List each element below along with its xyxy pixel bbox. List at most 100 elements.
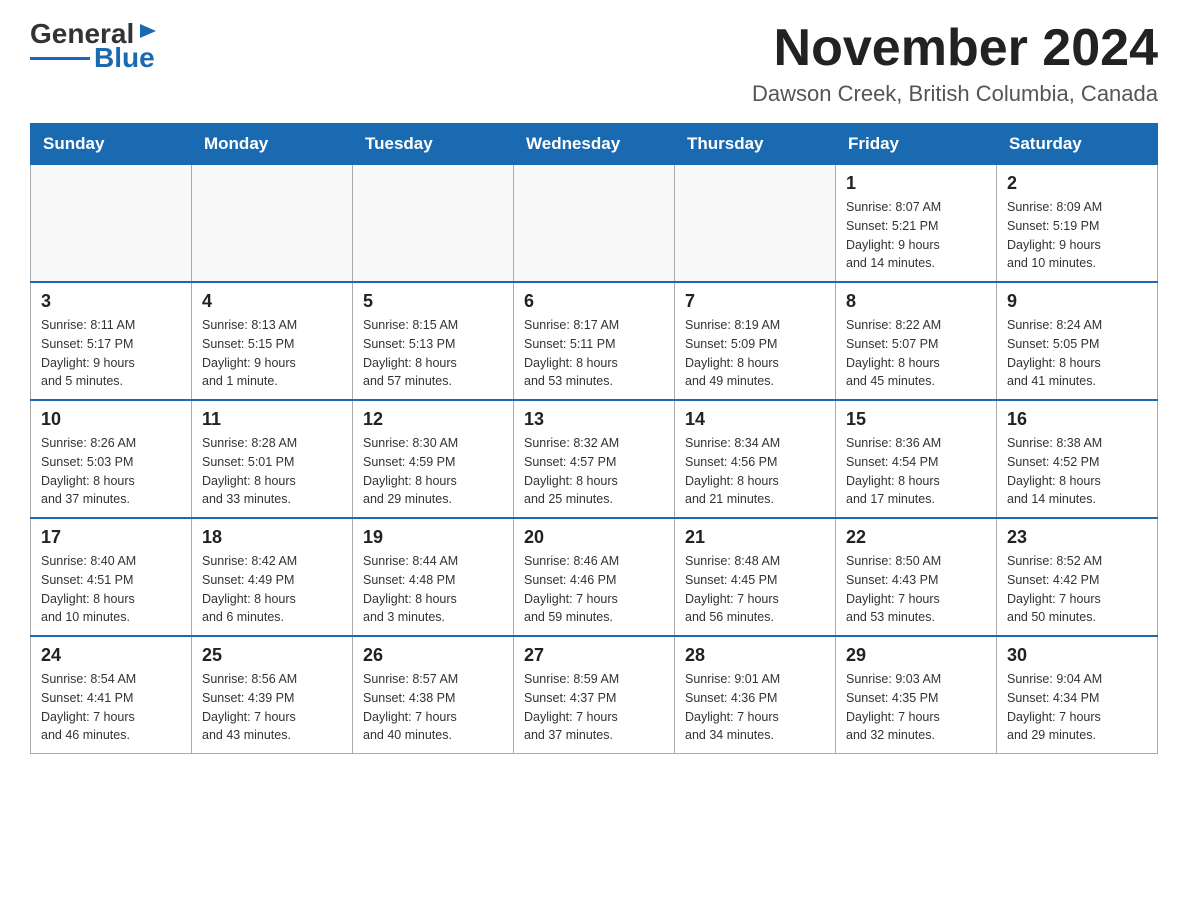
- calendar-cell: 16Sunrise: 8:38 AM Sunset: 4:52 PM Dayli…: [997, 400, 1158, 518]
- day-number: 21: [685, 527, 825, 548]
- calendar-cell: 23 Sunrise: 8:52 AM Sunset: 4:42 PM Dayli…: [997, 518, 1158, 636]
- day-number: 11: [202, 409, 342, 430]
- calendar-cell: [675, 165, 836, 283]
- logo-underline: [30, 57, 90, 60]
- day-number: 15: [846, 409, 986, 430]
- calendar-table: SundayMondayTuesdayWednesdayThursdayFrid…: [30, 123, 1158, 754]
- weekday-header-wednesday: Wednesday: [514, 124, 675, 165]
- calendar-cell: [31, 165, 192, 283]
- weekday-header-monday: Monday: [192, 124, 353, 165]
- calendar-cell: 19Sunrise: 8:44 AM Sunset: 4:48 PM Dayli…: [353, 518, 514, 636]
- calendar-week-row: 3 Sunrise: 8:11 AM Sunset: 5:17 PM Daylig…: [31, 282, 1158, 400]
- calendar-cell: [353, 165, 514, 283]
- day-number: 29: [846, 645, 986, 666]
- calendar-week-row: 17 Sunrise: 8:40 AM Sunset: 4:51 PM Dayli…: [31, 518, 1158, 636]
- calendar-cell: 30Sunrise: 9:04 AM Sunset: 4:34 PM Dayli…: [997, 636, 1158, 754]
- calendar-cell: 28 Sunrise: 9:01 AM Sunset: 4:36 PM Dayli…: [675, 636, 836, 754]
- day-number: 24: [41, 645, 181, 666]
- calendar-cell: [192, 165, 353, 283]
- calendar-cell: 13 Sunrise: 8:32 AM Sunset: 4:57 PM Dayli…: [514, 400, 675, 518]
- calendar-week-row: 24 Sunrise: 8:54 AM Sunset: 4:41 PM Dayli…: [31, 636, 1158, 754]
- day-info: Sunrise: 8:24 AM Sunset: 5:05 PM Dayligh…: [1007, 316, 1147, 391]
- day-info: Sunrise: 8:46 AM Sunset: 4:46 PM Dayligh…: [524, 552, 664, 627]
- calendar-week-row: 1 Sunrise: 8:07 AM Sunset: 5:21 PM Daylig…: [31, 165, 1158, 283]
- day-info: Sunrise: 8:40 AM Sunset: 4:51 PM Dayligh…: [41, 552, 181, 627]
- day-number: 6: [524, 291, 664, 312]
- day-info: Sunrise: 8:57 AM Sunset: 4:38 PM Dayligh…: [363, 670, 503, 745]
- day-number: 23: [1007, 527, 1147, 548]
- day-number: 7: [685, 291, 825, 312]
- day-number: 18: [202, 527, 342, 548]
- calendar-cell: 2Sunrise: 8:09 AM Sunset: 5:19 PM Daylig…: [997, 165, 1158, 283]
- calendar-cell: 6Sunrise: 8:17 AM Sunset: 5:11 PM Daylig…: [514, 282, 675, 400]
- day-number: 25: [202, 645, 342, 666]
- calendar-cell: 12 Sunrise: 8:30 AM Sunset: 4:59 PM Dayli…: [353, 400, 514, 518]
- day-info: Sunrise: 8:50 AM Sunset: 4:43 PM Dayligh…: [846, 552, 986, 627]
- calendar-cell: 22 Sunrise: 8:50 AM Sunset: 4:43 PM Dayli…: [836, 518, 997, 636]
- header: General Blue November 2024 Dawson Creek,…: [30, 20, 1158, 107]
- day-info: Sunrise: 8:07 AM Sunset: 5:21 PM Dayligh…: [846, 198, 986, 273]
- day-info: Sunrise: 8:52 AM Sunset: 4:42 PM Dayligh…: [1007, 552, 1147, 627]
- day-number: 22: [846, 527, 986, 548]
- weekday-header-friday: Friday: [836, 124, 997, 165]
- day-info: Sunrise: 8:26 AM Sunset: 5:03 PM Dayligh…: [41, 434, 181, 509]
- logo-blue-text: Blue: [94, 44, 155, 72]
- day-info: Sunrise: 8:15 AM Sunset: 5:13 PM Dayligh…: [363, 316, 503, 391]
- location-title: Dawson Creek, British Columbia, Canada: [752, 81, 1158, 107]
- calendar-week-row: 10 Sunrise: 8:26 AM Sunset: 5:03 PM Dayli…: [31, 400, 1158, 518]
- calendar-cell: 24 Sunrise: 8:54 AM Sunset: 4:41 PM Dayli…: [31, 636, 192, 754]
- day-number: 26: [363, 645, 503, 666]
- day-number: 20: [524, 527, 664, 548]
- day-number: 16: [1007, 409, 1147, 430]
- calendar-cell: 7Sunrise: 8:19 AM Sunset: 5:09 PM Daylig…: [675, 282, 836, 400]
- day-info: Sunrise: 8:22 AM Sunset: 5:07 PM Dayligh…: [846, 316, 986, 391]
- day-number: 9: [1007, 291, 1147, 312]
- day-number: 8: [846, 291, 986, 312]
- day-info: Sunrise: 8:42 AM Sunset: 4:49 PM Dayligh…: [202, 552, 342, 627]
- day-info: Sunrise: 8:44 AM Sunset: 4:48 PM Dayligh…: [363, 552, 503, 627]
- calendar-cell: 27 Sunrise: 8:59 AM Sunset: 4:37 PM Dayli…: [514, 636, 675, 754]
- day-info: Sunrise: 8:28 AM Sunset: 5:01 PM Dayligh…: [202, 434, 342, 509]
- day-number: 13: [524, 409, 664, 430]
- day-info: Sunrise: 8:48 AM Sunset: 4:45 PM Dayligh…: [685, 552, 825, 627]
- calendar-cell: 3 Sunrise: 8:11 AM Sunset: 5:17 PM Daylig…: [31, 282, 192, 400]
- day-number: 5: [363, 291, 503, 312]
- logo-triangle-icon: [136, 22, 158, 40]
- weekday-header-thursday: Thursday: [675, 124, 836, 165]
- day-info: Sunrise: 8:30 AM Sunset: 4:59 PM Dayligh…: [363, 434, 503, 509]
- weekday-header-row: SundayMondayTuesdayWednesdayThursdayFrid…: [31, 124, 1158, 165]
- calendar-cell: 4 Sunrise: 8:13 AM Sunset: 5:15 PM Daylig…: [192, 282, 353, 400]
- day-number: 17: [41, 527, 181, 548]
- weekday-header-tuesday: Tuesday: [353, 124, 514, 165]
- day-info: Sunrise: 8:13 AM Sunset: 5:15 PM Dayligh…: [202, 316, 342, 391]
- day-number: 3: [41, 291, 181, 312]
- calendar-cell: 29Sunrise: 9:03 AM Sunset: 4:35 PM Dayli…: [836, 636, 997, 754]
- calendar-cell: 1 Sunrise: 8:07 AM Sunset: 5:21 PM Daylig…: [836, 165, 997, 283]
- day-info: Sunrise: 8:54 AM Sunset: 4:41 PM Dayligh…: [41, 670, 181, 745]
- day-info: Sunrise: 8:11 AM Sunset: 5:17 PM Dayligh…: [41, 316, 181, 391]
- title-area: November 2024 Dawson Creek, British Colu…: [752, 20, 1158, 107]
- day-number: 1: [846, 173, 986, 194]
- day-number: 12: [363, 409, 503, 430]
- day-info: Sunrise: 8:32 AM Sunset: 4:57 PM Dayligh…: [524, 434, 664, 509]
- day-number: 27: [524, 645, 664, 666]
- calendar-cell: 15 Sunrise: 8:36 AM Sunset: 4:54 PM Dayli…: [836, 400, 997, 518]
- day-number: 28: [685, 645, 825, 666]
- calendar-cell: [514, 165, 675, 283]
- calendar-cell: 5 Sunrise: 8:15 AM Sunset: 5:13 PM Daylig…: [353, 282, 514, 400]
- logo: General Blue: [30, 20, 158, 72]
- day-info: Sunrise: 9:01 AM Sunset: 4:36 PM Dayligh…: [685, 670, 825, 745]
- day-info: Sunrise: 9:04 AM Sunset: 4:34 PM Dayligh…: [1007, 670, 1147, 745]
- calendar-cell: 25 Sunrise: 8:56 AM Sunset: 4:39 PM Dayli…: [192, 636, 353, 754]
- calendar-cell: 8 Sunrise: 8:22 AM Sunset: 5:07 PM Daylig…: [836, 282, 997, 400]
- day-number: 10: [41, 409, 181, 430]
- day-info: Sunrise: 8:09 AM Sunset: 5:19 PM Dayligh…: [1007, 198, 1147, 273]
- weekday-header-sunday: Sunday: [31, 124, 192, 165]
- day-number: 4: [202, 291, 342, 312]
- calendar-cell: 11 Sunrise: 8:28 AM Sunset: 5:01 PM Dayli…: [192, 400, 353, 518]
- calendar-cell: 20 Sunrise: 8:46 AM Sunset: 4:46 PM Dayli…: [514, 518, 675, 636]
- day-info: Sunrise: 8:56 AM Sunset: 4:39 PM Dayligh…: [202, 670, 342, 745]
- day-info: Sunrise: 8:36 AM Sunset: 4:54 PM Dayligh…: [846, 434, 986, 509]
- day-info: Sunrise: 8:59 AM Sunset: 4:37 PM Dayligh…: [524, 670, 664, 745]
- calendar-cell: 9 Sunrise: 8:24 AM Sunset: 5:05 PM Daylig…: [997, 282, 1158, 400]
